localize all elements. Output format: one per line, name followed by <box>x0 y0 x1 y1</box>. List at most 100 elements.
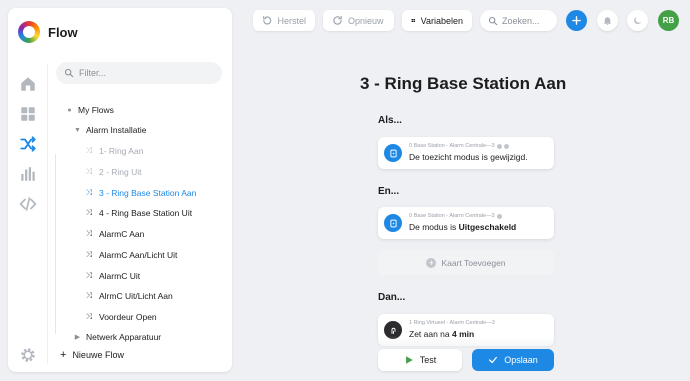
home-icon[interactable] <box>18 74 38 94</box>
redo-button[interactable]: Opnieuw <box>323 10 394 31</box>
condition-device: 0 Base Station - Alarm Centrale—3 <box>409 213 495 219</box>
filter-field[interactable] <box>56 62 222 84</box>
tag-icon <box>503 143 509 149</box>
and-section-label: En... <box>378 186 400 197</box>
settings-gear-icon[interactable] <box>18 345 38 365</box>
search-input[interactable] <box>502 15 557 26</box>
filter-input[interactable] <box>79 68 209 78</box>
tree-flow-item-active[interactable]: ⤨ 3 - Ring Base Station Aan <box>84 185 197 201</box>
tree-folder-label: Netwerk Apparatuur <box>86 332 162 342</box>
tree-flow-label: AlarmC Uit <box>99 271 141 281</box>
moon-icon <box>634 16 642 24</box>
redo-icon <box>333 15 342 25</box>
insights-chart-icon[interactable] <box>18 164 38 184</box>
condition-value[interactable]: Uitgeschakeld <box>459 222 517 232</box>
brand: Flow <box>18 18 78 46</box>
plus-circle-icon: + <box>426 257 437 268</box>
redo-label: Opnieuw <box>348 15 384 26</box>
bell-icon <box>603 17 612 26</box>
tree-flow-item[interactable]: ⤨ AlrmC Uit/Licht Aan <box>84 288 173 304</box>
new-flow-button[interactable]: + Nieuwe Flow <box>60 348 124 362</box>
notifications-button[interactable] <box>597 10 618 31</box>
tree-flow-label: Voordeur Open <box>99 312 157 322</box>
flow-icon: ⤨ <box>85 312 93 321</box>
app-name: Flow <box>48 24 78 40</box>
tree-flow-label: 3 - Ring Base Station Aan <box>99 188 197 198</box>
info-icon <box>496 213 502 219</box>
dot-icon: ● <box>67 106 72 114</box>
condition-text-prefix: De modus is <box>409 222 459 232</box>
dashboard-grid-icon[interactable] <box>18 104 38 124</box>
tree-flow-item[interactable]: ⤨ 4 - Ring Base Station Uit <box>84 205 192 221</box>
trigger-card[interactable]: 0 Base Station - Alarm Centrale—3 De toe… <box>378 137 554 169</box>
trigger-text: De toezicht modus is gewijzigd. <box>409 152 528 162</box>
add-button[interactable] <box>566 10 587 31</box>
add-card-button[interactable]: + Kaart Toevoegen <box>378 250 554 275</box>
variables-button[interactable]: Variabelen <box>402 10 472 31</box>
sidebar: Flow ● My Flows ▼ Alarm <box>8 8 232 372</box>
chevron-down-icon: ▼ <box>74 126 81 134</box>
base-station-icon <box>384 214 402 232</box>
info-icon <box>496 143 502 149</box>
plus-icon <box>572 16 581 25</box>
search-icon <box>488 16 498 25</box>
tree-folder-label: Alarm Installatie <box>86 125 147 135</box>
chevron-right-icon: ▶ <box>74 334 81 341</box>
variables-icon <box>411 18 416 23</box>
card-meta: 0 Base Station - Alarm Centrale—3 <box>409 143 509 149</box>
tree-flow-item[interactable]: ⤨ AlarmC Aan <box>84 226 145 242</box>
tree-folder-label: My Flows <box>78 105 114 115</box>
flow-icon: ⤨ <box>85 229 93 238</box>
tree-folder-my-flows[interactable]: ● My Flows <box>66 102 114 118</box>
flow-icon: ⤨ <box>85 188 93 197</box>
tree-flow-item[interactable]: ⤨ AlarmC Uit <box>84 268 140 284</box>
flow-icon: ⤨ <box>85 271 93 280</box>
tree-flow-item[interactable]: ⤨ 2 - Ring Uit <box>84 164 142 180</box>
flow-logo-icon <box>18 21 40 43</box>
card-meta: 1 Ring Virtueel - Alarm Centrale—3 <box>409 320 495 326</box>
tree-flow-label: AlarmC Aan/Licht Uit <box>99 250 178 260</box>
tree-folder-netwerk-apparatuur[interactable]: ▶ Netwerk Apparatuur <box>74 329 161 345</box>
add-card-label: Kaart Toevoegen <box>441 257 506 268</box>
condition-text: De modus is Uitgeschakeld <box>409 222 516 232</box>
theme-toggle-button[interactable] <box>627 10 648 31</box>
test-button[interactable]: Test <box>378 349 462 371</box>
trigger-device: 0 Base Station - Alarm Centrale—3 <box>409 143 495 149</box>
save-button[interactable]: Opslaan <box>472 349 554 371</box>
code-icon[interactable] <box>18 194 38 214</box>
condition-card[interactable]: 0 Base Station - Alarm Centrale—3 De mod… <box>378 207 554 239</box>
user-avatar[interactable]: RB <box>658 10 679 31</box>
then-section-label: Dan... <box>378 292 406 303</box>
base-station-icon <box>384 144 402 162</box>
tree-flow-item[interactable]: ⤨ 1- Ring Aan <box>84 143 144 159</box>
save-label: Opslaan <box>504 355 538 365</box>
flow-icon: ⤨ <box>85 291 93 300</box>
tree-flow-label: 1- Ring Aan <box>99 146 144 156</box>
tree-flow-label: AlarmC Aan <box>99 229 145 239</box>
search-icon <box>64 68 74 78</box>
flows-shuffle-icon[interactable] <box>18 134 38 154</box>
flow-icon: ⤨ <box>85 167 93 176</box>
card-meta: 0 Base Station - Alarm Centrale—3 <box>409 213 502 219</box>
undo-icon <box>263 16 272 25</box>
plus-icon: + <box>60 349 67 361</box>
tree-flow-item[interactable]: ⤨ AlarmC Aan/Licht Uit <box>84 247 178 263</box>
tree-flow-label: 4 - Ring Base Station Uit <box>99 208 193 218</box>
undo-button[interactable]: Herstel <box>253 10 315 31</box>
flow-icon: ⤨ <box>85 208 93 217</box>
tree-flow-item[interactable]: ⤨ Voordeur Open <box>84 309 157 325</box>
search-field[interactable] <box>480 10 557 31</box>
play-icon <box>405 356 413 364</box>
flow-title[interactable]: 3 - Ring Base Station Aan <box>360 74 566 94</box>
check-icon <box>489 356 498 364</box>
nav-rail <box>8 64 48 364</box>
flow-icon: ⤨ <box>85 146 93 155</box>
variables-label: Variabelen <box>420 15 463 26</box>
when-section-label: Als... <box>378 115 402 126</box>
undo-label: Herstel <box>277 15 306 26</box>
tree-folder-alarm-installatie[interactable]: ▼ Alarm Installatie <box>74 122 146 138</box>
new-flow-label: Nieuwe Flow <box>72 350 124 360</box>
flow-tree: ● My Flows ▼ Alarm Installatie ⤨ 1- Ring… <box>48 94 232 342</box>
tree-flow-label: AlrmC Uit/Licht Aan <box>99 291 173 301</box>
action-device: 1 Ring Virtueel - Alarm Centrale—3 <box>409 320 495 326</box>
